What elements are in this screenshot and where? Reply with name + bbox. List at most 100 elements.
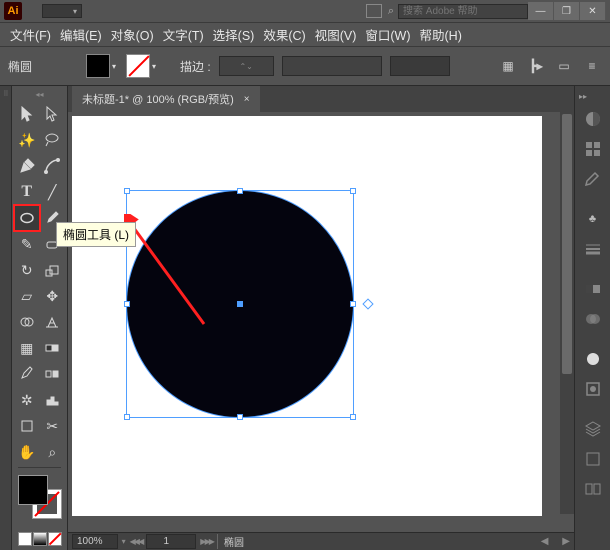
artboard-number[interactable]: 1 [146, 534, 196, 549]
scroll-thumb[interactable] [562, 114, 572, 374]
asset-export-panel-icon[interactable] [578, 445, 608, 473]
artboard-tool[interactable] [14, 413, 40, 439]
swatches-panel-icon[interactable] [578, 135, 608, 163]
blend-tool[interactable] [40, 361, 66, 387]
title-bar: Ai ▾ ⌕ — ❐ ✕ [0, 0, 610, 22]
resize-handle[interactable] [124, 414, 130, 420]
tab-close-icon[interactable]: × [244, 94, 250, 105]
resize-handle[interactable] [237, 414, 243, 420]
hand-tool[interactable]: ✋ [14, 439, 40, 465]
resize-handle[interactable] [237, 188, 243, 194]
direct-selection-tool[interactable] [40, 101, 66, 127]
resize-handle[interactable] [350, 414, 356, 420]
menu-select[interactable]: 选择(S) [209, 22, 259, 47]
rotate-tool[interactable]: ↻ [14, 257, 40, 283]
brush-definition-dropdown[interactable] [282, 56, 382, 76]
control-bar: 椭圆 ▾ ▾ 描边 : ⌃⌄ ▦ ┣▸ ▭ ≡ [0, 46, 610, 86]
gradient-panel-icon[interactable] [578, 275, 608, 303]
free-transform-tool[interactable]: ✥ [40, 283, 66, 309]
pie-handle[interactable] [362, 298, 373, 309]
panel-menu-icon[interactable]: ≡ [582, 56, 602, 76]
dock-collapse-icon[interactable]: ▸▸ [575, 92, 587, 101]
resize-handle[interactable] [124, 301, 130, 307]
menu-effect[interactable]: 效果(C) [259, 22, 309, 47]
menu-type[interactable]: 文字(T) [159, 22, 208, 47]
selection-tool[interactable] [14, 101, 40, 127]
fill-dropdown[interactable]: ▾ [112, 56, 124, 76]
document-tab[interactable]: 未标题-1* @ 100% (RGB/预览) × [72, 85, 260, 112]
transform-icon[interactable]: ▭ [554, 56, 574, 76]
artboard[interactable] [72, 116, 542, 516]
selection-type-label: 椭圆 [8, 58, 78, 75]
search-input[interactable] [398, 4, 528, 19]
menu-object[interactable]: 对象(O) [107, 22, 158, 47]
menu-file[interactable]: 文件(F) [6, 22, 55, 47]
artboard-nav[interactable]: ◀◀ ◀ [130, 537, 143, 546]
stroke-swatch[interactable] [126, 54, 150, 78]
search-icon[interactable]: ⌕ [388, 5, 394, 18]
resize-handle[interactable] [350, 188, 356, 194]
none-mode[interactable] [48, 532, 62, 546]
fill-color-box[interactable] [18, 475, 48, 505]
gradient-tool[interactable] [40, 335, 66, 361]
magic-wand-tool[interactable]: ✨ [14, 127, 40, 153]
menu-help[interactable]: 帮助(H) [416, 22, 466, 47]
close-button[interactable]: ✕ [580, 2, 606, 20]
stroke-panel-icon[interactable] [578, 235, 608, 263]
artboards-panel-icon[interactable] [578, 475, 608, 503]
grid-icon[interactable]: ▦ [498, 56, 518, 76]
stroke-width-input[interactable]: ⌃⌄ [219, 56, 274, 76]
arrange-docs-icon[interactable] [366, 4, 382, 18]
zoom-tool[interactable]: ⌕ [40, 439, 66, 465]
scale-tool[interactable] [40, 257, 66, 283]
document-tab-title: 未标题-1* @ 100% (RGB/预览) [82, 91, 234, 107]
minimize-button[interactable]: — [528, 2, 554, 20]
vertical-scrollbar[interactable] [560, 112, 574, 514]
canvas-viewport[interactable] [68, 112, 574, 532]
fill-stroke-swatches[interactable] [14, 475, 65, 482]
curvature-tool[interactable] [40, 153, 66, 179]
mesh-tool[interactable]: ▦ [14, 335, 40, 361]
resize-handle[interactable] [124, 188, 130, 194]
align-icon[interactable]: ┣▸ [526, 56, 546, 76]
column-graph-tool[interactable] [40, 387, 66, 413]
symbol-sprayer-tool[interactable]: ✲ [14, 387, 40, 413]
zoom-dropdown[interactable]: 100% [72, 534, 118, 549]
status-tool: 椭圆 [217, 534, 244, 549]
center-point[interactable] [237, 301, 243, 307]
perspective-grid-tool[interactable] [40, 309, 66, 335]
menu-view[interactable]: 视图(V) [311, 22, 361, 47]
color-panel-icon[interactable] [578, 105, 608, 133]
line-tool[interactable]: ╱ [40, 179, 66, 205]
symbols-panel-icon[interactable]: ♣ [578, 205, 608, 233]
pen-tool[interactable] [14, 153, 40, 179]
slice-tool[interactable]: ✂ [40, 413, 66, 439]
eyedropper-tool[interactable] [14, 361, 40, 387]
brushes-panel-icon[interactable] [578, 165, 608, 193]
tool-panel: ◂◂ ✨ T ╱ ✎ ↻ ▱ ✥ [12, 86, 68, 550]
menu-edit[interactable]: 编辑(E) [56, 22, 106, 47]
panel-grip-icon[interactable]: ◂◂ [14, 90, 65, 99]
transparency-panel-icon[interactable] [578, 305, 608, 333]
graphic-styles-panel-icon[interactable] [578, 375, 608, 403]
type-tool[interactable]: T [14, 179, 40, 205]
color-mode[interactable] [18, 532, 32, 546]
layers-panel-icon[interactable] [578, 415, 608, 443]
variable-width-dropdown[interactable] [390, 56, 450, 76]
artboard-nav-fwd[interactable]: ▶ ▶▶ [200, 537, 213, 546]
shape-builder-tool[interactable] [14, 309, 40, 335]
lasso-tool[interactable] [40, 127, 66, 153]
width-tool[interactable]: ▱ [14, 283, 40, 309]
appearance-panel-icon[interactable] [578, 345, 608, 373]
menu-window[interactable]: 窗口(W) [361, 22, 414, 47]
status-nav-arrows[interactable]: ◀ ▶ [541, 536, 570, 547]
ellipse-tool[interactable] [14, 205, 40, 231]
gradient-mode[interactable] [33, 532, 47, 546]
shaper-tool[interactable]: ✎ [14, 231, 40, 257]
grip-icon[interactable]: ⠿ [3, 90, 7, 98]
workspace-switcher[interactable]: ▾ [42, 4, 82, 18]
fill-swatch[interactable] [86, 54, 110, 78]
maximize-button[interactable]: ❐ [554, 2, 580, 20]
resize-handle[interactable] [350, 301, 356, 307]
stroke-dropdown[interactable]: ▾ [152, 56, 164, 76]
